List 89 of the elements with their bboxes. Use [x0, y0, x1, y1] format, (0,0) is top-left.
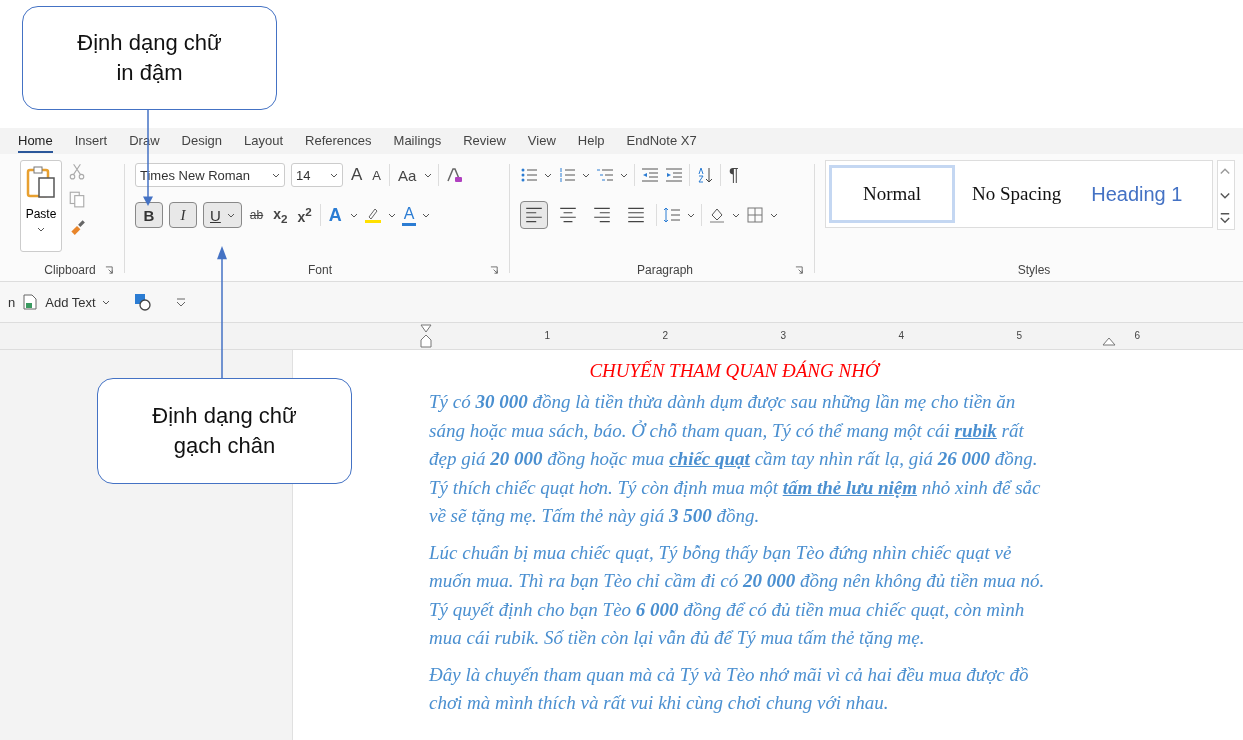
align-icon	[626, 205, 646, 225]
line-spacing-icon[interactable]	[663, 206, 681, 224]
caret-icon[interactable]	[582, 172, 590, 178]
ribbon-tab[interactable]: EndNote X7	[626, 129, 697, 153]
document-title: CHUYẾN THAM QUAN ĐÁNG NHỚ	[588, 360, 882, 382]
align-icon	[524, 205, 544, 225]
shading-icon[interactable]	[708, 206, 726, 224]
caret-icon[interactable]	[101, 299, 110, 305]
ribbon-tab[interactable]: View	[527, 129, 556, 153]
ribbon-tab[interactable]: Insert	[74, 129, 108, 153]
clear-formatting-icon[interactable]	[445, 166, 464, 184]
italic-button[interactable]: I	[169, 202, 197, 228]
caret-icon[interactable]	[387, 212, 396, 218]
decrease-indent-icon[interactable]	[641, 166, 659, 184]
borders-icon[interactable]	[746, 206, 764, 224]
change-case-button[interactable]: Aa	[396, 166, 419, 184]
strikethrough-button[interactable]: ab	[247, 208, 266, 222]
caret-icon	[226, 212, 235, 218]
text-line: mua cái rubik. Số tiền còn lại vẫn đủ để Tý mua tấm thẻ tặng mẹ.	[429, 626, 926, 650]
underline-button[interactable]: U	[203, 202, 242, 228]
caret-icon[interactable]	[732, 212, 740, 218]
caret-icon	[37, 227, 45, 232]
indent-marker-icon[interactable]	[420, 324, 432, 348]
superscript-button[interactable]: x$^{2}$	[295, 205, 314, 225]
paste-button[interactable]: Paste	[20, 160, 62, 252]
text-line: về sẽ tặng mẹ. Tấm thẻ này giá 3 500 đồng.	[429, 504, 761, 528]
show-formatting-button[interactable]: ¶	[727, 164, 741, 186]
group-label: Paragraph	[636, 263, 693, 277]
caret-icon[interactable]	[770, 212, 778, 218]
add-text-button[interactable]: Add Text	[45, 294, 96, 310]
ribbon-tab[interactable]: Design	[181, 129, 222, 153]
sort-icon[interactable]	[696, 166, 714, 184]
caret-icon[interactable]	[349, 212, 358, 218]
highlighter-icon[interactable]	[363, 206, 382, 224]
ruler-number: 3	[668, 331, 786, 341]
bold-button[interactable]: B	[135, 202, 163, 228]
caret-icon[interactable]	[544, 172, 552, 178]
text-line: chơi mà mình thích và rất vui khi cùng chơi chung với nhau.	[429, 691, 890, 715]
group-label: Clipboard	[44, 263, 96, 277]
ribbon-tab[interactable]: Home	[18, 129, 53, 153]
text-line: Tý quyết định cho bạn Tèo 6 000 đồng để có đủ tiền mua chiếc quạt, còn mình	[429, 597, 1026, 622]
font-size-dropdown[interactable]: 14	[291, 163, 343, 187]
text-line: sáng hoặc mua sách, báo. Ở chỗ tham quan, Tý có thể mang một cái rubik rất	[429, 418, 1025, 443]
bullets-icon[interactable]	[520, 166, 538, 184]
callout-bubble: Định dạng chữ gạch chân	[97, 378, 352, 484]
dialog-launcher-icon[interactable]	[490, 266, 499, 275]
dialog-launcher-icon[interactable]	[795, 266, 804, 275]
text-line: Tý thích chiếc quạt hơn. Tý còn định mua một tấm thẻ lưu niệm nhỏ xinh để sắc	[429, 475, 1042, 500]
text-line: Lúc chuẩn bị mua chiếc quạt, Tý bỗng thấy bạn Tèo đứng nhìn chiếc quạt vẻ	[429, 540, 1013, 565]
shrink-font-button[interactable]: A	[370, 167, 383, 183]
more-styles-icon[interactable]	[1218, 210, 1232, 225]
caret-icon[interactable]	[424, 172, 433, 178]
ribbon-tab[interactable]: Mailings	[393, 129, 442, 153]
caret-icon[interactable]	[620, 172, 628, 178]
align-button[interactable]	[520, 201, 548, 229]
shape-icon[interactable]	[133, 293, 152, 311]
add-text-icon[interactable]	[21, 293, 40, 311]
group-label: Styles	[1017, 263, 1051, 277]
ruler-number: 2	[550, 331, 668, 341]
style-item[interactable]: No Spacing	[959, 165, 1075, 223]
multilevel-list-icon[interactable]	[596, 166, 614, 184]
group-label: Font	[308, 263, 332, 277]
font-color-button[interactable]: A	[401, 204, 417, 226]
caret-icon[interactable]	[422, 212, 431, 218]
text-line: Đây là chuyến tham quan mà cả Tý và Tèo nhớ mãi vì cả hai đều mua được đồ	[429, 662, 1030, 687]
clipboard-icon	[26, 163, 56, 201]
text-effects-button[interactable]: A	[326, 204, 344, 226]
align-icon	[558, 205, 578, 225]
ribbon-tab[interactable]: References	[305, 129, 372, 153]
ribbon-tab[interactable]: Review	[463, 129, 506, 153]
text-line: muốn mua. Thì ra bạn Tèo chỉ cầm đi có 20 000 đồng nên không đủ tiền mua nó.	[429, 569, 1046, 593]
align-icon	[592, 205, 612, 225]
callout-bubble: Định dạng chữ in đậm	[22, 6, 277, 110]
caret-icon	[272, 172, 280, 178]
increase-indent-icon[interactable]	[665, 166, 683, 184]
caret-icon	[330, 172, 338, 178]
toolbar-label: n	[8, 294, 16, 310]
caret-icon[interactable]	[687, 212, 695, 218]
text-line: đẹp giá 20 000 đồng hoặc mua chiếc quạt cầm tay nhìn rất lạ, giá 26 000 đồng.	[429, 447, 1039, 471]
dialog-launcher-icon[interactable]	[105, 266, 114, 275]
style-item[interactable]: Normal	[829, 165, 955, 223]
subscript-button[interactable]: x$_{2}$	[271, 205, 290, 225]
paintbrush-icon[interactable]	[68, 218, 86, 236]
ribbon-tab[interactable]: Help	[577, 129, 605, 153]
text-line: Tý có 30 000 đồng là tiền thừa dành dụm được sau những lần mẹ cho tiền ăn	[429, 390, 1017, 414]
right-indent-icon[interactable]	[1102, 336, 1116, 346]
grow-font-button[interactable]: A	[349, 165, 365, 185]
ribbon-tab[interactable]: Layout	[244, 129, 284, 153]
style-item[interactable]: Heading 1	[1078, 165, 1196, 223]
